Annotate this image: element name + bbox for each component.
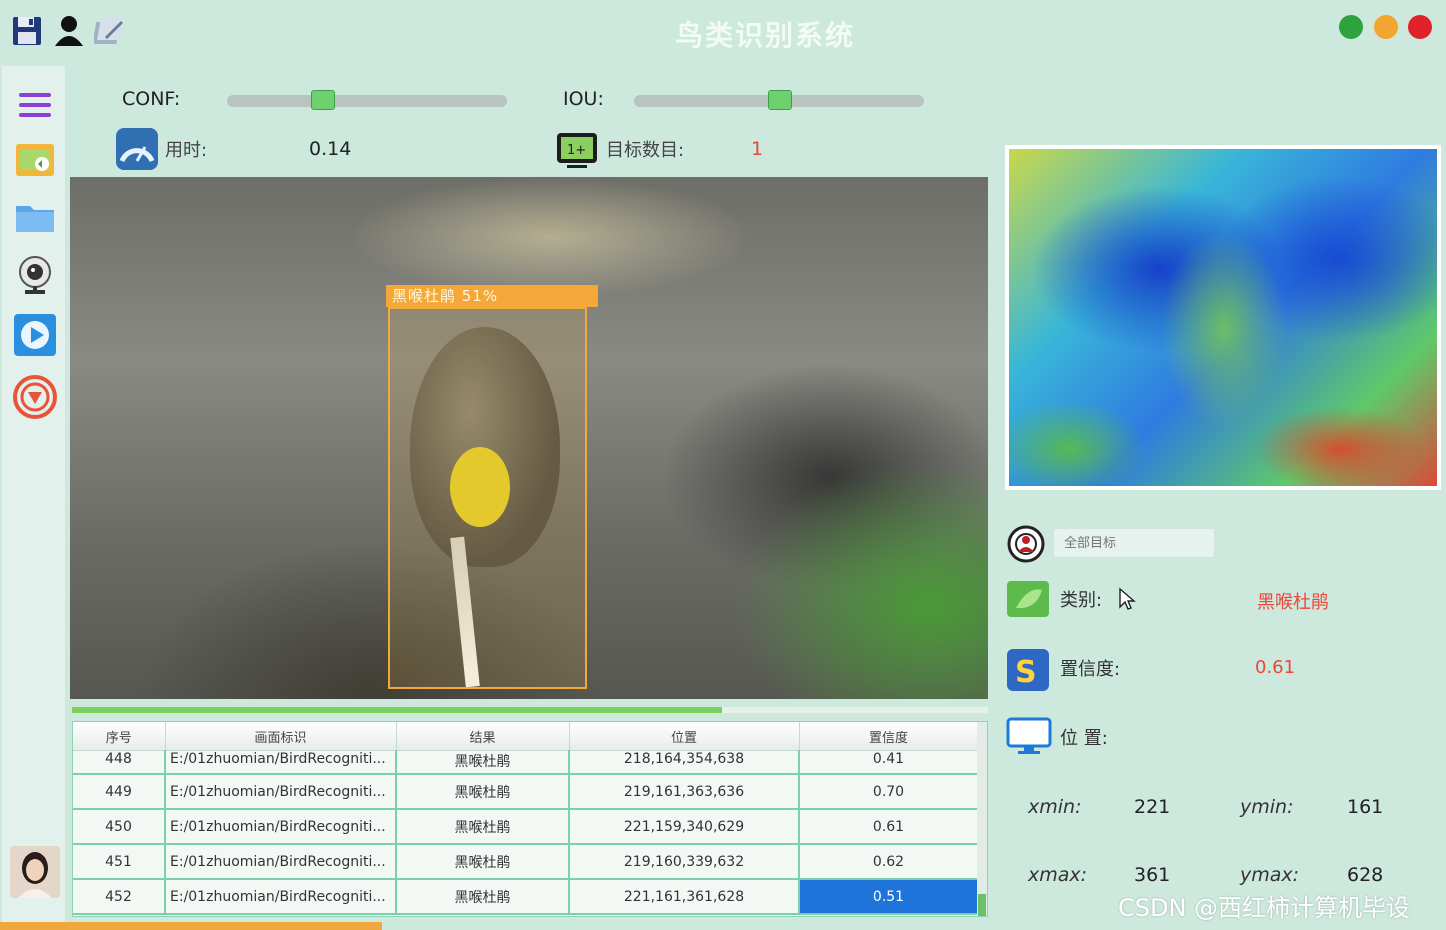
category-icon [1006, 580, 1050, 620]
table-cell[interactable]: 0.62 [799, 844, 979, 880]
table-row[interactable]: 451 E:/01zhuomian/BirdRecogniti... 黑喉杜鹃 … [73, 844, 979, 880]
minimize-button[interactable] [1339, 15, 1363, 39]
maximize-button[interactable] [1374, 15, 1398, 39]
count-value: 1 [751, 138, 764, 160]
position-monitor-icon [1006, 716, 1052, 756]
xmax-value: 361 [1134, 864, 1171, 886]
conf-slider[interactable] [227, 90, 507, 110]
timer-icon [115, 127, 159, 171]
table-cell[interactable]: 黑喉杜鹃 [396, 844, 570, 880]
table-cell[interactable]: 448 [73, 750, 166, 775]
xmin-value: 221 [1134, 796, 1171, 818]
user-icon[interactable] [52, 12, 86, 50]
menu-icon[interactable] [12, 82, 58, 128]
detection-bounding-box [388, 307, 587, 689]
table-cell-selected[interactable]: 0.51 [799, 879, 979, 915]
table-cell[interactable]: 451 [73, 844, 166, 880]
table-cell[interactable]: 黑喉杜鹃 [396, 750, 570, 775]
column-header[interactable]: 结果 [396, 722, 570, 751]
svg-text:S: S [1015, 655, 1037, 690]
table-cell[interactable]: 219,161,363,636 [569, 774, 800, 810]
table-scrollbar-thumb[interactable] [978, 894, 986, 916]
table-cell[interactable]: E:/01zhuomian/BirdRecogniti... [165, 844, 397, 880]
video-progress-fill [72, 707, 723, 713]
table-scrollbar[interactable] [977, 722, 987, 916]
table-row-selected[interactable]: 452 E:/01zhuomian/BirdRecogniti... 黑喉杜鹃 … [73, 879, 979, 915]
detection-image: 黑喉杜鹃 51% [70, 177, 988, 699]
avatar[interactable] [10, 846, 60, 898]
results-table: 序号 画面标识 结果 位置 置信度 448 E:/01zhuomian/Bird… [72, 721, 988, 917]
webcam-icon[interactable] [12, 252, 58, 298]
ymin-value: 161 [1347, 796, 1384, 818]
close-button[interactable] [1408, 15, 1432, 39]
watermark-text: CSDN @西红柿计算机毕设 [1118, 894, 1411, 922]
table-cell[interactable]: 0.41 [799, 750, 979, 775]
bottom-status-strip [0, 922, 382, 930]
iou-label: IOU: [563, 88, 604, 110]
table-cell[interactable]: 黑喉杜鹃 [396, 809, 570, 845]
mouse-cursor-icon [1118, 587, 1136, 615]
column-header[interactable]: 画面标识 [165, 722, 397, 751]
video-progress-bar[interactable] [72, 707, 988, 713]
ymin-label: ymin: [1240, 796, 1294, 818]
column-header[interactable]: 位置 [569, 722, 800, 751]
svg-text:1+: 1+ [567, 143, 586, 158]
table-cell[interactable]: 221,159,340,629 [569, 809, 800, 845]
table-cell[interactable]: 黑喉杜鹃 [396, 774, 570, 810]
table-cell[interactable]: 黑喉杜鹃 [396, 879, 570, 915]
table-cell[interactable]: E:/01zhuomian/BirdRecogniti... [165, 774, 397, 810]
edit-icon[interactable] [92, 12, 128, 50]
ymax-value: 628 [1347, 864, 1384, 886]
sidebar [2, 66, 65, 930]
table-cell[interactable]: 218,164,354,638 [569, 750, 800, 775]
count-label: 目标数目: [606, 140, 685, 161]
stop-icon[interactable] [12, 374, 58, 420]
category-value: 黑喉杜鹃 [1257, 592, 1329, 613]
table-row[interactable]: 448 E:/01zhuomian/BirdRecogniti... 黑喉杜鹃 … [73, 750, 979, 775]
iou-slider-handle[interactable] [768, 90, 792, 110]
window-title: 鸟类识别系统 [674, 19, 855, 52]
heatmap-overlay [1009, 149, 1437, 486]
table-header-row: 序号 画面标识 结果 位置 置信度 [73, 722, 979, 751]
target-select-input[interactable] [1053, 528, 1215, 558]
table-cell[interactable]: 452 [73, 879, 166, 915]
table-row[interactable]: 449 E:/01zhuomian/BirdRecogniti... 黑喉杜鹃 … [73, 774, 979, 810]
image-folder-icon[interactable] [12, 136, 58, 182]
table-cell[interactable]: 0.61 [799, 809, 979, 845]
ymax-label: ymax: [1240, 864, 1300, 886]
table-row[interactable]: 450 E:/01zhuomian/BirdRecogniti... 黑喉杜鹃 … [73, 809, 979, 845]
save-icon[interactable] [10, 12, 44, 50]
table-cell[interactable]: E:/01zhuomian/BirdRecogniti... [165, 809, 397, 845]
table-cell[interactable]: 450 [73, 809, 166, 845]
confidence-icon: S [1006, 648, 1050, 691]
confidence-value: 0.61 [1255, 657, 1296, 678]
video-play-icon[interactable] [12, 312, 58, 358]
target-select-icon [1006, 524, 1046, 564]
heatmap-image [1005, 145, 1441, 490]
time-value: 0.14 [309, 138, 352, 160]
conf-label: CONF: [122, 88, 181, 110]
column-header[interactable]: 序号 [73, 722, 166, 751]
table-cell[interactable]: 449 [73, 774, 166, 810]
monitor-count-icon: 1+ [555, 129, 599, 171]
table-cell[interactable]: E:/01zhuomian/BirdRecogniti... [165, 750, 397, 775]
time-label: 用时: [165, 140, 208, 161]
xmin-label: xmin: [1028, 796, 1082, 818]
column-header[interactable]: 置信度 [799, 722, 979, 751]
category-label: 类别: [1060, 590, 1103, 611]
table-cell[interactable]: 0.70 [799, 774, 979, 810]
table-cell[interactable]: 221,161,361,628 [569, 879, 800, 915]
folder-icon[interactable] [12, 194, 58, 240]
table-cell[interactable]: 219,160,339,632 [569, 844, 800, 880]
position-label: 位 置: [1060, 728, 1108, 749]
iou-slider[interactable] [634, 90, 924, 110]
xmax-label: xmax: [1028, 864, 1088, 886]
conf-slider-handle[interactable] [311, 90, 336, 110]
confidence-label: 置信度: [1060, 659, 1121, 680]
detection-box-label: 黑喉杜鹃 51% [386, 285, 598, 307]
table-cell[interactable]: E:/01zhuomian/BirdRecogniti... [165, 879, 397, 915]
